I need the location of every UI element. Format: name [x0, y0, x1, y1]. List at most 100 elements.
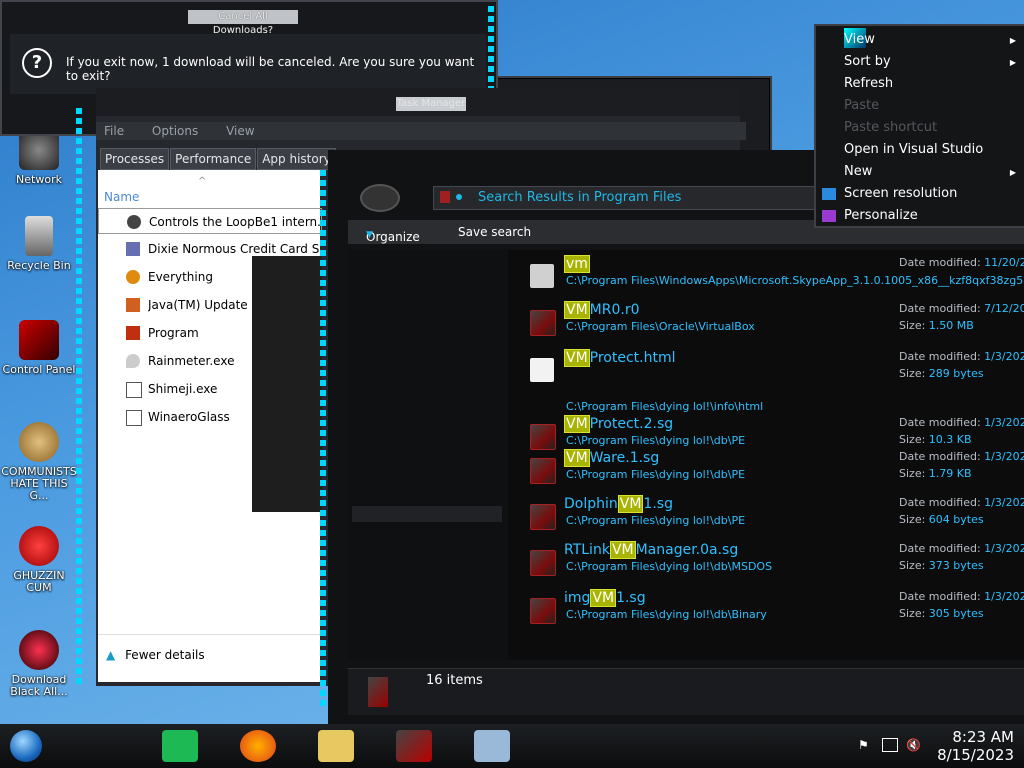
desktop-icon-recycle-bin[interactable]: Recycle Bin — [0, 216, 78, 272]
result-item[interactable]: VM Protect.html C:\Program Files\dying lol… — [508, 348, 1024, 413]
date-value: 7/12/2023 1 — [984, 302, 1024, 315]
dialog-message: If you exit now, 1 download will be canc… — [66, 55, 475, 83]
date-modified: Date modified: 1/3/2023 12 — [899, 496, 1024, 509]
network-tray-icon[interactable] — [882, 738, 898, 752]
size-value: 373 bytes — [928, 559, 984, 572]
name-suffix: 1.sg — [616, 590, 646, 606]
context-menu-item[interactable]: Sort by — [844, 54, 891, 69]
result-name: VM Protect.html — [564, 349, 676, 367]
size-label: Size: — [899, 367, 926, 380]
fewer-details-button[interactable]: ▲ Fewer details — [106, 648, 205, 662]
result-item[interactable]: vm C:\Program Files\WindowsApps\Microsoft… — [508, 254, 1024, 300]
dialog-body: ? If you exit now, 1 download will be ca… — [10, 34, 486, 94]
menu-options[interactable]: Options — [152, 124, 198, 138]
file-red-icon — [530, 504, 556, 530]
file-size: Size: 1.50 MB — [899, 319, 974, 332]
system-clock[interactable]: 8:23 AM 8/15/2023 — [937, 728, 1014, 764]
document-icon — [530, 358, 554, 382]
size-value: 1.50 MB — [928, 319, 974, 332]
result-path: C:\Program Files\dying lol!\db\PE — [566, 468, 746, 481]
date-modified: Date modified: 11/20/2014 8 — [899, 256, 1024, 269]
neon-trim-left — [76, 108, 82, 688]
file-red-icon — [530, 424, 556, 450]
search-highlight: VM — [564, 301, 590, 319]
desktop-icon-download-black[interactable]: Download Black All... — [0, 630, 78, 698]
context-menu-item[interactable]: View — [844, 32, 875, 47]
loopbe-icon — [127, 215, 141, 229]
volume-muted-icon[interactable]: 🔇 — [906, 738, 921, 752]
file-explorer-icon[interactable] — [318, 730, 354, 762]
item-count: 16 items — [426, 673, 483, 688]
desktop-icon-label: Recycle Bin — [7, 259, 71, 272]
result-item[interactable]: VM MR0.r0 C:\Program Files\Oracle\VirtualB… — [508, 300, 1024, 346]
result-name: RTLink VM Manager.0a.sg — [564, 541, 738, 559]
date-modified: Date modified: 7/12/2023 1 — [899, 302, 1024, 315]
date-modified: Date modified: 1/3/2023 12 — [899, 450, 1024, 463]
question-icon: ? — [22, 48, 52, 78]
size-label: Size: — [899, 319, 926, 332]
money-bag-icon — [19, 422, 59, 462]
navigation-pane — [348, 250, 508, 660]
notes-app-icon[interactable] — [162, 730, 198, 762]
nav-selected-item[interactable] — [352, 506, 502, 522]
submenu-arrow-icon: ▶ — [1009, 36, 1016, 45]
process-row[interactable]: Controls the LoopBe1 intern... — [98, 208, 322, 234]
file-size: Size: 10.3 KB — [899, 433, 972, 446]
sort-ascending-icon: ^ — [198, 176, 207, 187]
context-menu-item[interactable]: Open in Visual Studio — [844, 142, 983, 157]
date-label: Date modified: — [899, 416, 981, 429]
title-bar[interactable]: Task Manager — [96, 88, 740, 116]
red-orb-icon — [19, 630, 59, 670]
result-name: Dolphin VM 1.sg — [564, 495, 673, 513]
raindrop-icon — [126, 354, 140, 368]
taskbar: ⚑ 🔇 8:23 AM 8/15/2023 — [0, 724, 1024, 768]
menu-bar: File Options View — [96, 122, 746, 140]
size-label: Size: — [899, 433, 926, 446]
result-item[interactable]: VM Ware.1.sg C:\Program Files\dying lol!\d… — [508, 448, 1024, 494]
desktop-icon-control-panel[interactable]: Control Panel — [0, 320, 78, 376]
context-menu-item[interactable]: New — [844, 164, 872, 179]
tab-performance[interactable]: Performance — [170, 148, 257, 170]
menu-view[interactable]: View — [226, 124, 254, 138]
back-forward-icon[interactable] — [360, 184, 400, 212]
desktop-icon-label: COMMUNISTS HATE THIS G... — [1, 465, 77, 502]
start-button[interactable] — [10, 730, 42, 762]
search-highlight: VM — [564, 349, 590, 367]
save-search-button[interactable]: Save search — [458, 225, 531, 239]
name-prefix: img — [564, 590, 591, 606]
column-header-name[interactable]: Name — [104, 190, 139, 204]
name-suffix: MR0.r0 — [589, 302, 640, 318]
menu-file[interactable]: File — [104, 124, 124, 138]
result-item[interactable]: RTLink VM Manager.0a.sg C:\Program Files\dy… — [508, 540, 1024, 586]
result-path: C:\Program Files\dying lol!\db\PE — [566, 434, 746, 447]
date-label: Date modified: — [899, 350, 981, 363]
size-value: 604 bytes — [928, 513, 984, 526]
desktop-icon-network[interactable]: Network — [0, 130, 78, 186]
file-size: Size: 1.79 KB — [899, 467, 972, 480]
desktop-context-menu: View ▶ Sort by ▶ Refresh Paste Paste shortcut O… — [814, 24, 1024, 228]
date-label: Date modified: — [899, 590, 981, 603]
result-name: VM Protect.2.sg — [564, 415, 673, 433]
flag-icon[interactable]: ⚑ — [858, 738, 869, 752]
name-prefix: RTLink — [564, 542, 610, 558]
result-name: img VM 1.sg — [564, 589, 646, 607]
java-icon — [126, 298, 140, 312]
file-size: Size: 289 bytes — [899, 367, 984, 380]
task-manager-taskbar-icon[interactable] — [474, 730, 510, 762]
firefox-icon[interactable] — [240, 730, 276, 762]
result-item[interactable]: img VM 1.sg C:\Program Files\dying lol!\db\… — [508, 588, 1024, 634]
control-panel-taskbar-icon[interactable] — [396, 730, 432, 762]
context-menu-item[interactable]: Refresh — [844, 76, 893, 91]
result-item[interactable]: Dolphin VM 1.sg C:\Program Files\dying lol!… — [508, 494, 1024, 540]
file-size: Size: 604 bytes — [899, 513, 984, 526]
context-menu-item[interactable]: Personalize — [844, 208, 918, 223]
context-menu-item[interactable]: Screen resolution — [844, 186, 957, 201]
tab-processes[interactable]: Processes — [100, 148, 170, 170]
date-modified: Date modified: 1/3/2023 12 — [899, 350, 1024, 363]
desktop-icon-ghuzzin[interactable]: GHUZZIN CUM — [0, 526, 78, 594]
desktop-icon-communists[interactable]: COMMUNISTS HATE THIS G... — [0, 422, 78, 502]
program-icon — [126, 326, 140, 340]
date-value: 1/3/2023 12 — [984, 590, 1024, 603]
organize-label: Organize — [366, 230, 420, 244]
date-label: Date modified: — [899, 542, 981, 555]
